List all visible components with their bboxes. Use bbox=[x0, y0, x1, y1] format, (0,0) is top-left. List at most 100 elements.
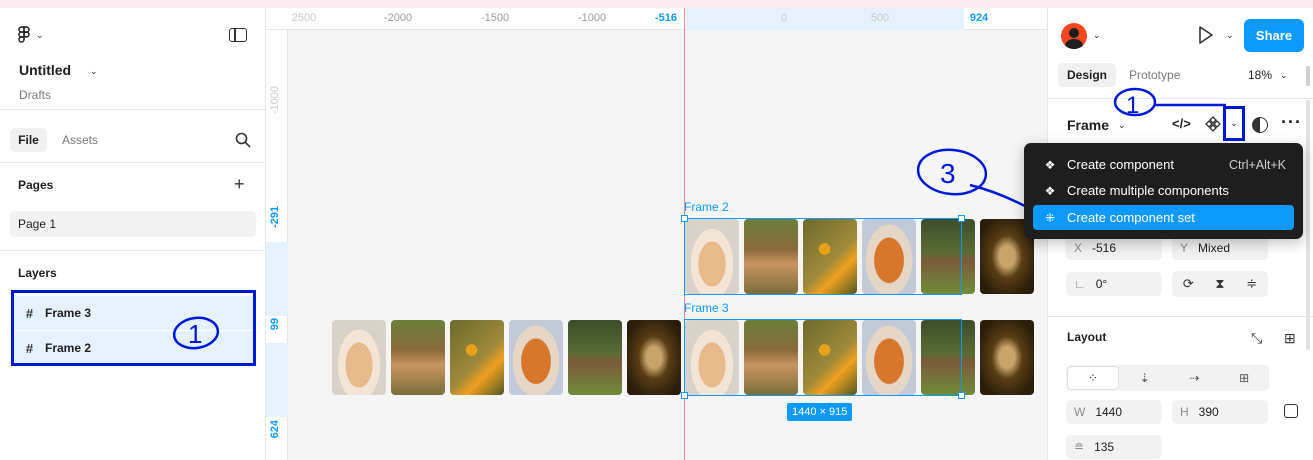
chevron-down-icon[interactable]: ⌄ bbox=[1093, 30, 1101, 41]
scrollbar[interactable] bbox=[1306, 66, 1310, 86]
image-fox[interactable] bbox=[509, 320, 563, 395]
share-button[interactable]: Share bbox=[1244, 19, 1304, 52]
field-value: 0° bbox=[1095, 277, 1108, 291]
ruler-vertical: -1000 -291 99 624 bbox=[266, 30, 288, 460]
contrast-icon[interactable] bbox=[1252, 117, 1268, 133]
size-badge: 1440 × 915 bbox=[787, 403, 853, 421]
divider bbox=[0, 109, 266, 110]
height-field[interactable]: H 390 bbox=[1172, 400, 1268, 424]
frame-label-frame-3[interactable]: Frame 3 bbox=[684, 301, 729, 315]
selection-type[interactable]: Frame bbox=[1067, 117, 1109, 133]
zoom-level[interactable]: 18% bbox=[1248, 68, 1272, 82]
rotate-icon[interactable]: ⟳ bbox=[1183, 276, 1194, 292]
sidebar-toggle-icon[interactable] bbox=[229, 28, 247, 42]
menu-item-label: Create component set bbox=[1067, 210, 1195, 225]
rotation-icon: ∟ bbox=[1074, 277, 1086, 291]
ruler-tick: -1000 bbox=[577, 12, 607, 24]
component-menu: ❖ Create component Ctrl+Alt+K ❖ Create m… bbox=[1024, 143, 1303, 239]
annotation-mark-1-dropdown: 1 bbox=[1113, 87, 1226, 119]
ruler-tick: -2000 bbox=[383, 12, 413, 24]
frame-selection-frame-2[interactable] bbox=[684, 218, 962, 295]
resize-handle[interactable] bbox=[681, 215, 688, 222]
layout-heading: Layout bbox=[1067, 330, 1107, 344]
divider bbox=[1048, 316, 1313, 317]
ruler-tick: 500 bbox=[870, 12, 890, 24]
resize-handle[interactable] bbox=[958, 215, 965, 222]
image-wheat[interactable] bbox=[627, 320, 681, 395]
annotation-text: 1 bbox=[188, 319, 202, 349]
image-elk[interactable] bbox=[568, 320, 622, 395]
menu-item-create-multiple-components[interactable]: ❖ Create multiple components bbox=[1033, 178, 1294, 203]
menu-shortcut: Ctrl+Alt+K bbox=[1229, 157, 1286, 172]
layout-mode-segmented: ⁘ ⇣ ⇢ ⊞ bbox=[1066, 365, 1269, 391]
tab-assets[interactable]: Assets bbox=[62, 133, 98, 147]
frame-label-frame-2[interactable]: Frame 2 bbox=[684, 200, 729, 214]
divider bbox=[0, 250, 266, 251]
tab-file[interactable]: File bbox=[10, 128, 47, 152]
file-title[interactable]: Untitled bbox=[19, 62, 71, 78]
x-field[interactable]: X -516 bbox=[1066, 236, 1162, 260]
canvas[interactable]: 2500 -2000 -1500 -1000 -516 0 500 924 -1… bbox=[266, 8, 1047, 460]
field-label: W bbox=[1074, 405, 1086, 419]
multiple-components-icon: ❖ bbox=[1044, 183, 1056, 198]
menu-item-label: Create multiple components bbox=[1067, 183, 1229, 198]
ruler-tick: -291 bbox=[269, 206, 281, 229]
width-field[interactable]: W 1440 bbox=[1066, 400, 1162, 424]
chevron-down-icon[interactable]: ⌄ bbox=[1226, 30, 1234, 41]
add-page-icon[interactable]: + bbox=[234, 174, 245, 195]
image-hummingbird[interactable] bbox=[450, 320, 504, 395]
avatar[interactable] bbox=[1061, 23, 1087, 49]
resize-handle[interactable] bbox=[681, 392, 688, 399]
search-icon[interactable] bbox=[235, 132, 251, 148]
chevron-down-icon: ⌄ bbox=[36, 29, 44, 40]
flip-vertical-icon[interactable]: ≑ bbox=[1246, 276, 1257, 292]
image-hamster[interactable] bbox=[332, 320, 386, 395]
main-menu-button[interactable]: ⌄ bbox=[18, 26, 44, 44]
file-location[interactable]: Drafts bbox=[19, 88, 51, 102]
component-icon: ❖ bbox=[1044, 157, 1056, 172]
scrollbar[interactable] bbox=[1306, 100, 1310, 350]
layout-vertical-icon[interactable]: ⇣ bbox=[1120, 365, 1170, 391]
menu-item-label: Create component bbox=[1067, 157, 1174, 172]
image-deer[interactable] bbox=[391, 320, 445, 395]
gap-field[interactable]: ≘ 135 bbox=[1066, 435, 1162, 459]
chevron-down-icon[interactable]: ⌄ bbox=[1280, 70, 1288, 81]
tab-prototype[interactable]: Prototype bbox=[1129, 68, 1180, 82]
image-wheat[interactable] bbox=[980, 320, 1034, 395]
gap-icon: ≘ bbox=[1074, 440, 1085, 454]
frame-selection-frame-3[interactable] bbox=[684, 319, 962, 396]
field-value: 1440 bbox=[1095, 405, 1123, 419]
auto-layout-icon[interactable]: ⊞ bbox=[1284, 330, 1296, 347]
ruler-tick: -1500 bbox=[480, 12, 510, 24]
field-value: Mixed bbox=[1198, 241, 1231, 255]
menu-item-create-component[interactable]: ❖ Create component Ctrl+Alt+K bbox=[1033, 152, 1294, 177]
component-set-icon: ⁜ bbox=[1044, 210, 1056, 225]
resizing-icon[interactable] bbox=[1284, 404, 1298, 418]
tab-design[interactable]: Design bbox=[1058, 63, 1116, 87]
rotation-field[interactable]: ∟ 0° bbox=[1066, 272, 1162, 296]
flip-horizontal-icon[interactable]: ⧗ bbox=[1215, 276, 1224, 292]
play-icon[interactable] bbox=[1198, 26, 1214, 44]
field-label: Y bbox=[1180, 241, 1189, 255]
resize-handle[interactable] bbox=[958, 392, 965, 399]
annotation-text: 3 bbox=[940, 158, 956, 189]
chevron-down-icon[interactable]: ⌄ bbox=[90, 66, 98, 77]
layout-grid-icon[interactable]: ⊞ bbox=[1219, 365, 1269, 391]
collapse-icon[interactable]: ⤡ bbox=[1251, 330, 1262, 347]
layout-freeform-icon[interactable]: ⁘ bbox=[1067, 366, 1119, 390]
ruler-tick: 0 bbox=[780, 12, 788, 24]
ruler-selection-highlight bbox=[686, 8, 964, 30]
ruler-tick: 2500 bbox=[291, 12, 317, 24]
ruler-tick-selection-start: -516 bbox=[654, 12, 678, 24]
field-value: 135 bbox=[1094, 440, 1115, 454]
more-icon[interactable]: ··· bbox=[1281, 112, 1302, 133]
page-item[interactable]: Page 1 bbox=[10, 211, 256, 237]
ruler-tick: 99 bbox=[269, 318, 281, 331]
field-value: 390 bbox=[1198, 405, 1219, 419]
field-label: X bbox=[1074, 241, 1083, 255]
layout-horizontal-icon[interactable]: ⇢ bbox=[1170, 365, 1220, 391]
ruler-selection-highlight bbox=[266, 242, 288, 316]
menu-item-create-component-set[interactable]: ⁜ Create component set bbox=[1033, 205, 1294, 230]
annotation-mark-3-menu: 3 bbox=[916, 148, 1035, 213]
y-field[interactable]: Y Mixed bbox=[1172, 236, 1268, 260]
